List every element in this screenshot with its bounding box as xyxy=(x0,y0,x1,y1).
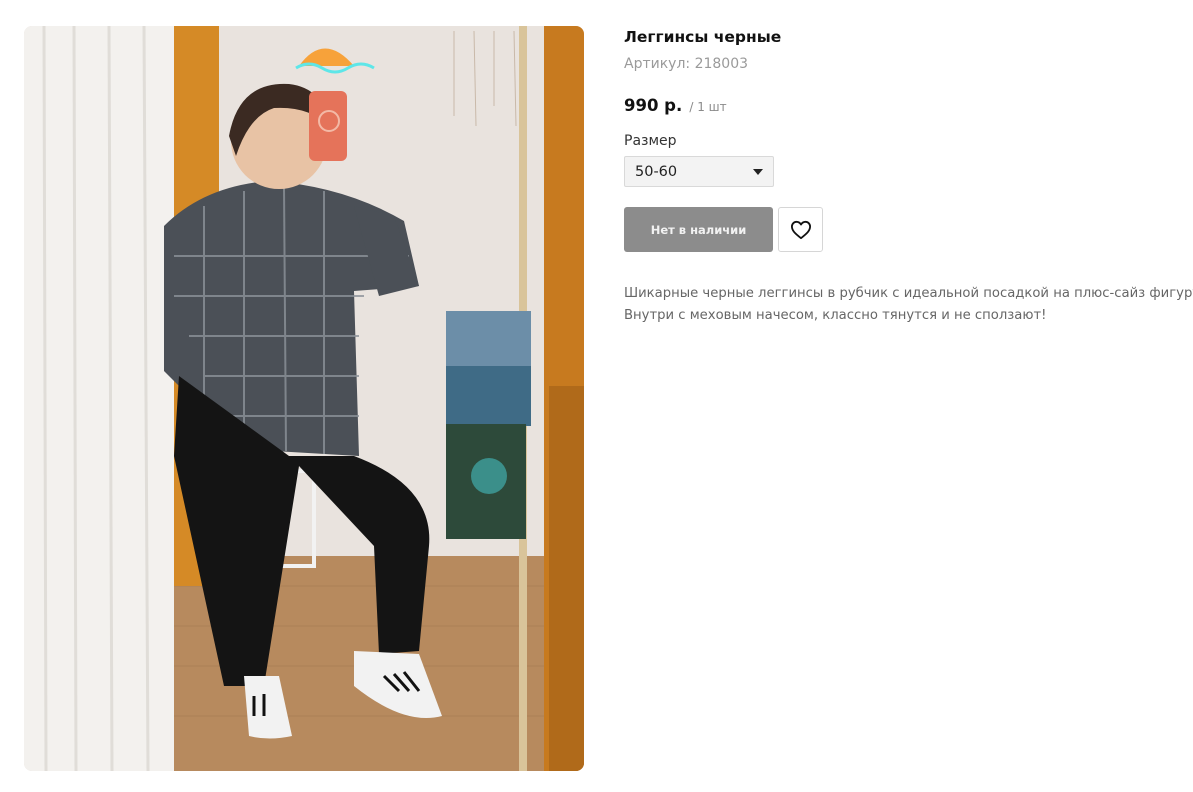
add-to-favorites-button[interactable] xyxy=(778,207,823,252)
product-sku: Артикул: 218003 xyxy=(624,56,749,72)
size-label: Размер xyxy=(624,133,677,149)
description-line: Шикарные черные леггинсы в рубчик с идеа… xyxy=(624,286,1193,301)
product-title: Леггинсы черные xyxy=(624,28,782,46)
product-description: Шикарные черные леггинсы в рубчик с идеа… xyxy=(624,283,1193,327)
product-photo[interactable] xyxy=(24,26,584,771)
price-unit: / 1 шт xyxy=(689,100,727,114)
product-photo-illustration xyxy=(24,26,584,771)
product-price: 990 р. xyxy=(624,96,683,115)
size-selected-value: 50-60 xyxy=(635,163,678,180)
heart-icon xyxy=(790,220,811,239)
out-of-stock-button[interactable]: Нет в наличии xyxy=(624,207,773,252)
price-row: 990 р. / 1 шт xyxy=(624,96,727,115)
description-line: Внутри с меховым начесом, классно тянутс… xyxy=(624,308,1047,323)
size-select[interactable]: 50-60 xyxy=(624,156,774,187)
chevron-down-icon xyxy=(753,168,763,175)
